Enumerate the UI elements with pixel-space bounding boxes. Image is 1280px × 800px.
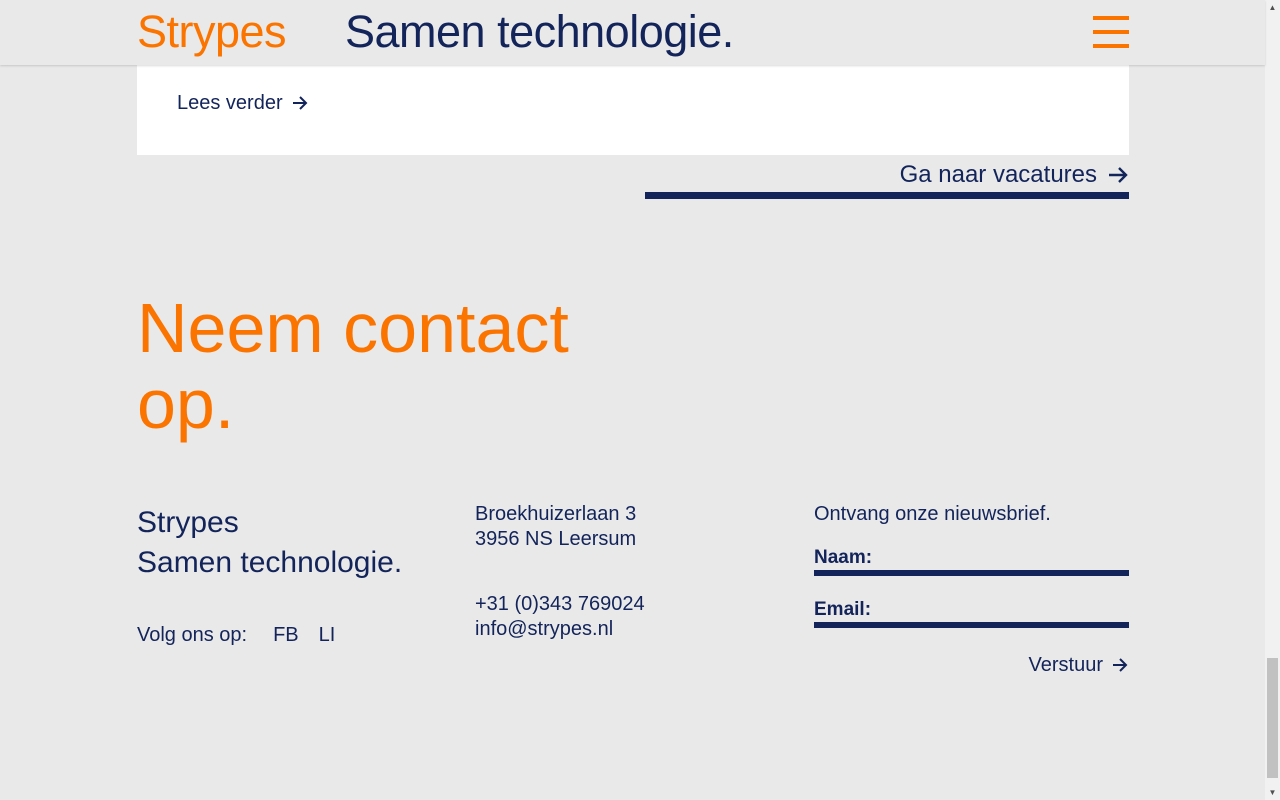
site-header: Strypes Samen technologie. — [0, 0, 1265, 65]
scroll-down-icon[interactable]: ▼ — [1265, 785, 1280, 800]
page: Lees verder Strypes Samen technologie. G… — [0, 0, 1280, 800]
address-street: Broekhuizerlaan 3 — [475, 503, 637, 525]
name-field-wrapper: Naam: — [814, 547, 1129, 576]
site-tagline: Samen technologie. — [345, 6, 734, 57]
footer-brand: Strypes Samen technologie. — [137, 503, 402, 583]
facebook-link[interactable]: FB — [273, 622, 299, 648]
read-more-label: Lees verder — [177, 92, 283, 114]
page-scrollbar[interactable]: ▲ ▼ — [1265, 0, 1280, 800]
name-field[interactable] — [814, 547, 1129, 570]
vacatures-link[interactable]: Ga naar vacatures — [645, 161, 1129, 199]
footer-brand-tagline: Samen technologie. — [137, 546, 403, 579]
site-logo[interactable]: Strypes — [137, 6, 287, 58]
arrow-right-icon — [1107, 164, 1129, 186]
contact-heading: Neem contact op. — [137, 289, 569, 443]
newsletter-form: Ontvang onze nieuwsbrief. Naam: Email: V… — [814, 502, 1129, 676]
submit-label: Verstuur — [1028, 654, 1103, 676]
scrollbar-thumb[interactable] — [1267, 658, 1278, 778]
email-link[interactable]: info@strypes.nl — [475, 617, 645, 642]
social-follow: Volg ons op: FB LI — [137, 622, 355, 648]
newsletter-title: Ontvang onze nieuwsbrief. — [814, 503, 1051, 525]
submit-button[interactable]: Verstuur — [1029, 652, 1129, 678]
footer-brand-name: Strypes — [137, 506, 239, 539]
contact-info: +31 (0)343 769024 info@strypes.nl — [475, 592, 645, 642]
hamburger-menu-icon[interactable] — [1093, 16, 1129, 48]
follow-label: Volg ons op: — [137, 624, 248, 646]
email-field[interactable] — [814, 599, 1129, 622]
vacatures-label: Ga naar vacatures — [899, 161, 1097, 188]
linkedin-link[interactable]: LI — [319, 622, 336, 648]
phone-link[interactable]: +31 (0)343 769024 — [475, 592, 645, 617]
scroll-up-icon[interactable]: ▲ — [1265, 0, 1280, 15]
address-block: Broekhuizerlaan 3 3956 NS Leersum — [475, 502, 636, 552]
arrow-right-icon — [1111, 656, 1129, 674]
arrow-right-icon — [291, 94, 309, 112]
read-more-link[interactable]: Lees verder — [177, 90, 309, 116]
email-field-wrapper: Email: — [814, 599, 1129, 628]
address-city: 3956 NS Leersum — [475, 528, 637, 550]
